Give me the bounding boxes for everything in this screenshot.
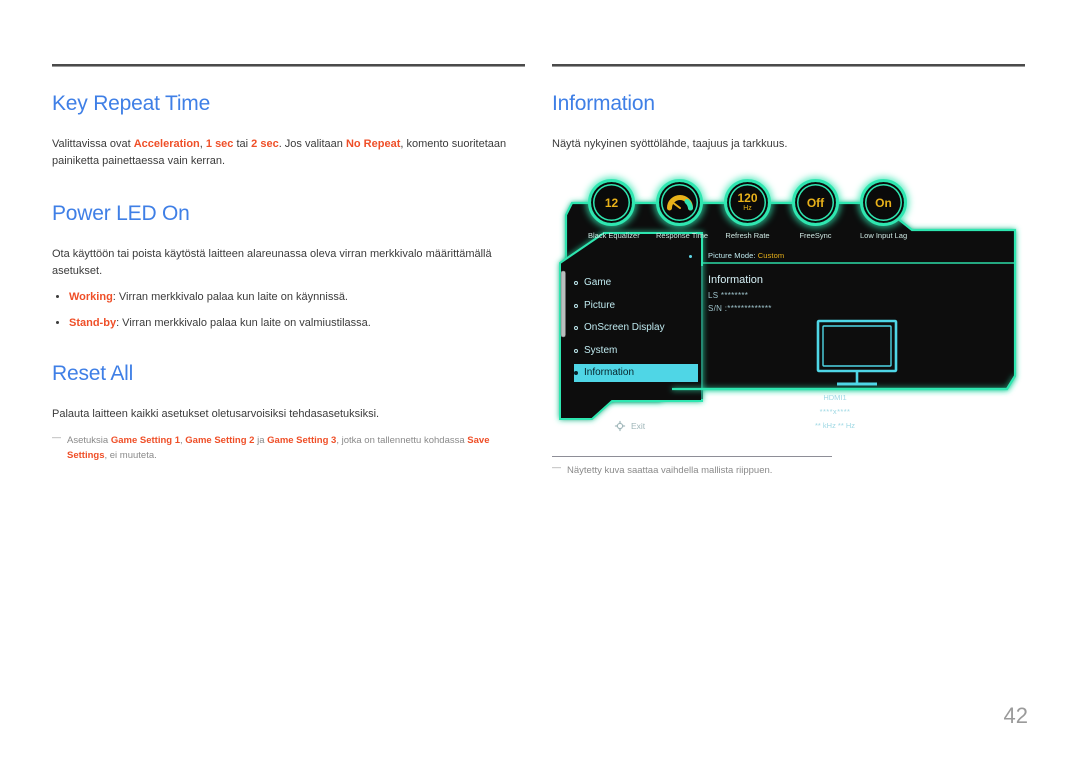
text-run: , jotka on tallennettu kohdassa xyxy=(336,435,468,447)
dial-face xyxy=(656,179,703,227)
reset-all-body: Palauta laitteen kaikki asetukset oletus… xyxy=(52,408,380,421)
picture-mode-bullet-icon xyxy=(689,254,692,258)
osd-menu-item-label: Information xyxy=(584,367,635,379)
text-run: ja xyxy=(254,435,268,447)
text-run: , ei muuteta. xyxy=(104,450,157,462)
dial-label: Response Time xyxy=(656,231,709,241)
document-page: Key Repeat Time Valittavissa ovat Accele… xyxy=(0,0,1080,763)
osd-menu-item-label: Game xyxy=(584,277,612,289)
dial-value: Off xyxy=(806,195,825,210)
osd-dial-freesync[interactable]: Off FreeSync xyxy=(792,179,839,240)
osd-menu-item-label: System xyxy=(584,344,618,356)
osd-dial-response-time[interactable]: Response Time xyxy=(656,179,709,241)
dial-label: Refresh Rate xyxy=(725,231,770,241)
information-footnote: Näytetty kuva saattaa vaihdella mallista… xyxy=(552,462,1025,476)
osd-info-sn: S/N :************* xyxy=(708,304,772,314)
dial-face: On xyxy=(860,179,907,227)
heading-reset-all: Reset All xyxy=(52,362,134,386)
osd-monitor-input: HDMI1 xyxy=(823,393,847,403)
osd-menu-item-label: Picture xyxy=(584,299,616,311)
menu-bullet-icon xyxy=(574,303,578,308)
gauge-icon xyxy=(666,194,693,211)
power-led-on-bullets: Working: Virran merkkivalo palaa kun lai… xyxy=(52,289,525,331)
menu-bullet-icon xyxy=(574,348,578,353)
accent-term: 2 sec xyxy=(251,138,279,150)
heading-information: Information xyxy=(552,92,655,115)
left-column: Key Repeat Time Valittavissa ovat Accele… xyxy=(52,64,525,464)
dial-face: 120 Hz xyxy=(724,179,771,227)
osd-monitor-info: HDMI1 ****x**** ** kHz ** Hz xyxy=(785,318,885,430)
dial-label: FreeSync xyxy=(799,231,832,241)
text-run: Valittavissa ovat xyxy=(52,138,134,150)
osd-info-ls: LS ******** xyxy=(708,291,749,301)
footnote-rule xyxy=(552,456,832,458)
osd-dial-black-equalizer[interactable]: 12 Black Equalizer xyxy=(588,179,640,241)
dial-label: Low Input Lag xyxy=(860,231,908,241)
dial-label: Black Equalizer xyxy=(588,231,640,241)
dial-face: 12 xyxy=(588,179,635,227)
osd-menu-item-system[interactable]: System xyxy=(574,342,704,360)
section-rule-left xyxy=(52,64,525,67)
osd-dial-refresh-rate[interactable]: 120 Hz Refresh Rate xyxy=(724,179,771,240)
reset-all-note: Asetuksia Game Setting 1, Game Setting 2… xyxy=(52,430,525,463)
osd-info-title: Information xyxy=(708,274,764,287)
menu-bullet-icon xyxy=(574,326,578,331)
page-number: 42 xyxy=(1003,703,1028,728)
osd-menu-item-game[interactable]: Game xyxy=(574,274,704,292)
osd-menu-item-picture[interactable]: Picture xyxy=(574,297,704,315)
osd-monitor-frequency: ** kHz ** Hz xyxy=(814,421,855,431)
osd-monitor-resolution: ****x**** xyxy=(819,407,851,417)
picture-mode-label: Picture Mode: xyxy=(708,251,756,261)
accent-term: Game Setting 1 xyxy=(110,435,180,447)
exit-label: Exit xyxy=(631,421,646,432)
right-column: Information Näytä nykyinen syöttölähde, … xyxy=(552,64,1025,476)
accent-term: Game Setting 2 xyxy=(185,435,255,447)
accent-term: Acceleration xyxy=(133,138,200,150)
bullet-text: : Virran merkkivalo palaa kun laite on v… xyxy=(116,316,371,329)
key-repeat-time-body: Valittavissa ovat Acceleration, 1 sec ta… xyxy=(52,136,525,170)
accent-term: Game Setting 3 xyxy=(267,435,337,447)
menu-bullet-icon xyxy=(574,371,578,376)
bullet-text: : Virran merkkivalo palaa kun laite on k… xyxy=(112,291,348,304)
dial-unit: Hz xyxy=(743,205,752,212)
osd-menu-item-label: OnScreen Display xyxy=(584,322,665,334)
text-run: Asetuksia xyxy=(67,435,111,447)
osd-illustration: 12 Black Equalizer Response Time 120 Hz Refre… xyxy=(552,171,1025,436)
joystick-icon xyxy=(614,420,626,432)
osd-dial-row: 12 Black Equalizer Response Time 120 Hz Refre… xyxy=(588,179,918,251)
accent-term: No Repeat xyxy=(345,138,401,150)
text-run: . Jos valitaan xyxy=(278,138,346,150)
section-rule-right xyxy=(552,64,1025,67)
osd-menu-item-onscreen-display[interactable]: OnScreen Display xyxy=(574,319,704,337)
power-led-on-body: Ota käyttöön tai poista käytöstä laittee… xyxy=(52,248,492,278)
bullet-term: Working xyxy=(69,291,113,304)
text-run: tai xyxy=(233,138,252,150)
information-body: Näytä nykyinen syöttölähde, taajuus ja t… xyxy=(552,138,788,150)
dial-face: Off xyxy=(792,179,839,227)
osd-exit-control[interactable]: Exit xyxy=(614,420,645,432)
bullet-term: Stand-by xyxy=(69,316,117,329)
osd-menu-list: Game Picture OnScreen Display System Informa… xyxy=(574,274,704,387)
picture-mode-value: Custom xyxy=(757,251,785,261)
heading-power-led-on: Power LED On xyxy=(52,202,190,226)
dial-value: On xyxy=(875,195,892,210)
osd-dial-low-input-lag[interactable]: On Low Input Lag xyxy=(860,179,907,240)
accent-term: 1 sec xyxy=(205,138,234,150)
heading-key-repeat-time: Key Repeat Time xyxy=(52,92,211,115)
osd-menu-item-information[interactable]: Information xyxy=(574,364,698,383)
list-item: Working: Virran merkkivalo palaa kun lai… xyxy=(52,289,525,306)
dial-value: 120 xyxy=(737,191,758,205)
dial-value: 12 xyxy=(604,195,619,210)
list-item: Stand-by: Virran merkkivalo palaa kun la… xyxy=(52,315,525,332)
menu-bullet-icon xyxy=(574,281,578,286)
picture-mode-bar: Picture Mode: Custom xyxy=(689,251,784,260)
